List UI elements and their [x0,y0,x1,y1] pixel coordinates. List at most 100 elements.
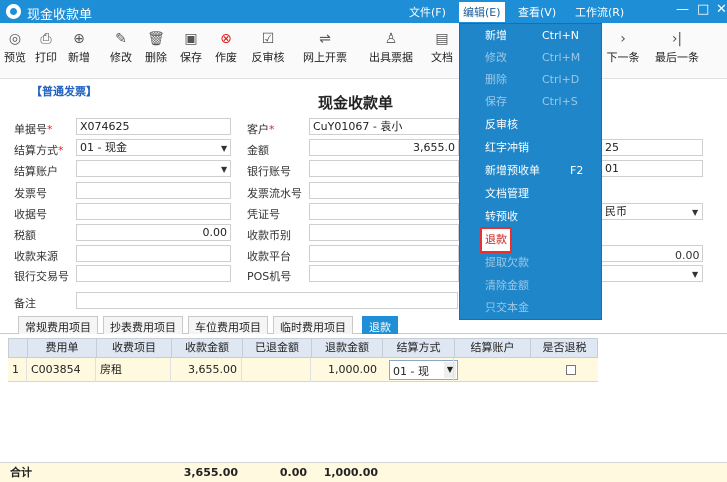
remark-field[interactable] [76,292,458,309]
menu-file[interactable]: 文件(F) [409,4,446,20]
menu-edit[interactable]: 编辑(E) [459,2,505,22]
tax-refund-checkbox[interactable] [566,365,576,375]
received-cell[interactable]: 3,655.00 [170,358,241,382]
doc-no-label: 单据号* [14,123,53,136]
refunded-cell[interactable] [241,358,310,382]
doc-no-field[interactable]: X074625 [76,118,231,135]
delete-button[interactable]: 🗑 删除 [143,29,169,65]
platform-select[interactable] [309,245,459,262]
col-tax-refund[interactable]: 是否退税 [530,339,598,357]
row-index: 1 [12,363,19,376]
remark-label: 备注 [14,297,36,310]
col-account[interactable]: 结算账户 [454,339,530,357]
receipt-no-field[interactable] [76,203,231,220]
source-field[interactable] [76,245,231,262]
tax-field[interactable]: 0.00 [76,224,231,241]
bank-account-field[interactable] [309,160,459,177]
void-button[interactable]: ⊗ 作废 [213,29,239,65]
source-label: 收款来源 [14,250,58,263]
menu-item-add[interactable]: 新增 Ctrl+N [460,25,601,47]
tab-regular-fees[interactable]: 常规费用项目 [18,316,98,334]
bank-txn-label: 银行交易号 [14,270,69,283]
add-icon: ⊕ [73,31,85,47]
toolbar: ◎ 预览 ⎙ 打印 ⊕ 新增 ✎ 修改 🗑 删除 ▣ 保存 ⊗ 作废 ☑ 反审核 ⇌ 网上开票 ♙… [0,23,727,79]
trash-icon: 🗑 [147,31,165,47]
menu-item-delete: 删除 Ctrl+D [485,73,580,86]
col-refunded[interactable]: 已退金额 [242,339,311,357]
pos-label: POS机号 [247,270,292,283]
document-button[interactable]: ▤ 文档 [428,29,456,65]
tab-refund[interactable]: 退款 [362,316,398,334]
maximize-button[interactable]: □ [697,2,709,17]
bank-account-label: 银行账号 [247,165,291,178]
exchange-icon: ⇌ [319,31,331,47]
invoice-serial-label: 发票流水号 [247,187,302,200]
menu-workflow[interactable]: 工作流(R) [575,4,624,20]
chevron-down-icon: ▼ [221,144,228,153]
bill-cell[interactable]: C003854 [26,358,95,382]
menu-item-save: 保存 Ctrl+S [485,95,578,108]
settle-account-select[interactable] [76,160,231,177]
print-button[interactable]: ⎙ 打印 [33,29,59,65]
currency-select[interactable] [309,224,459,241]
save-icon: ▣ [184,31,198,47]
add-button[interactable]: ⊕ 新增 [66,29,92,65]
voucher-field[interactable] [309,203,459,220]
customer-field[interactable]: CuY01067 - 袁小 [309,118,459,135]
invoice-serial-field[interactable] [309,182,459,199]
col-item[interactable]: 收费项目 [96,339,171,357]
currency-name-select[interactable]: 民币 [602,203,703,220]
last-record-button[interactable]: ›| 最后一条 [652,29,702,65]
void-icon: ⊗ [220,31,232,47]
settle-account-label: 结算账户 [14,165,58,178]
document-icon: ▤ [435,31,449,47]
issue-receipt-button[interactable]: ♙ 出具票据 [366,29,416,65]
menu-item-to-prepayment[interactable]: 转预收 [460,206,601,228]
app-icon [6,4,21,19]
last-page-icon: ›| [671,31,683,47]
edit-button[interactable]: ✎ 修改 [108,29,134,65]
refund-cell[interactable]: 1,000.00 [310,358,381,382]
right-select[interactable] [602,265,703,282]
minimize-button[interactable]: — [676,2,689,17]
col-settle[interactable]: 结算方式 [382,339,454,357]
tab-meter-fees[interactable]: 抄表费用项目 [103,316,183,334]
invoice-type-tag: 【普通发票】 [31,85,97,98]
col-refund[interactable]: 退款金额 [311,339,382,357]
preview-button[interactable]: ◎ 预览 [3,29,27,65]
menu-item-refund[interactable]: 退款 [460,227,601,253]
menu-item-red-reversal[interactable]: 红字冲销 [460,137,601,159]
edit-menu-dropdown: 新增 Ctrl+N 修改 Ctrl+M 删除 Ctrl+D 保存 Ctrl+S 反审核 … [459,23,602,320]
close-button[interactable]: ✕ [716,2,727,17]
tax-label: 税额 [14,229,36,242]
settle-select[interactable]: 01 - 现金 [76,139,231,156]
save-button[interactable]: ▣ 保存 [178,29,204,65]
stamp-icon: ♙ [384,31,398,47]
col-bill[interactable]: 费用单 [27,339,96,357]
menu-item-doc-manage[interactable]: 文档管理 [460,183,601,205]
pos-select[interactable] [309,265,459,282]
bank-txn-field[interactable] [76,265,231,282]
menu-view[interactable]: 查看(V) [518,4,556,20]
invoice-no-field[interactable] [76,182,231,199]
col-received[interactable]: 收款金额 [171,339,242,357]
table-row[interactable]: 1 C003854 房租 3,655.00 1,000.00 01 - 现 ▼ [8,358,598,382]
amount-field[interactable]: 3,655.0 [309,139,459,156]
totals-label: 合计 [10,466,32,479]
amount-label: 金额 [247,144,269,157]
tab-temp-fees[interactable]: 临时费用项目 [273,316,353,334]
unaudit-button[interactable]: ☑ 反审核 [250,29,286,65]
menu-item-edit: 修改 Ctrl+M [485,51,581,64]
online-invoice-button[interactable]: ⇌ 网上开票 [300,29,350,65]
item-cell[interactable]: 房租 [95,358,170,382]
next-record-button[interactable]: › 下一条 [605,29,641,65]
title-bar: 现金收款单 文件(F) 编辑(E) 查看(V) 工作流(R) — □ ✕ [0,0,727,23]
code-field[interactable]: 01 [602,160,703,177]
date-field[interactable]: 25 [602,139,703,156]
currency-label: 收款币别 [247,229,291,242]
account-cell[interactable] [453,358,529,382]
settle-cell-select[interactable]: 01 - 现 ▼ [389,360,458,380]
menu-item-unaudit[interactable]: 反审核 [460,114,601,136]
menu-item-new-prepayment[interactable]: 新增预收单 F2 [460,160,601,182]
tab-parking-fees[interactable]: 车位费用项目 [188,316,268,334]
